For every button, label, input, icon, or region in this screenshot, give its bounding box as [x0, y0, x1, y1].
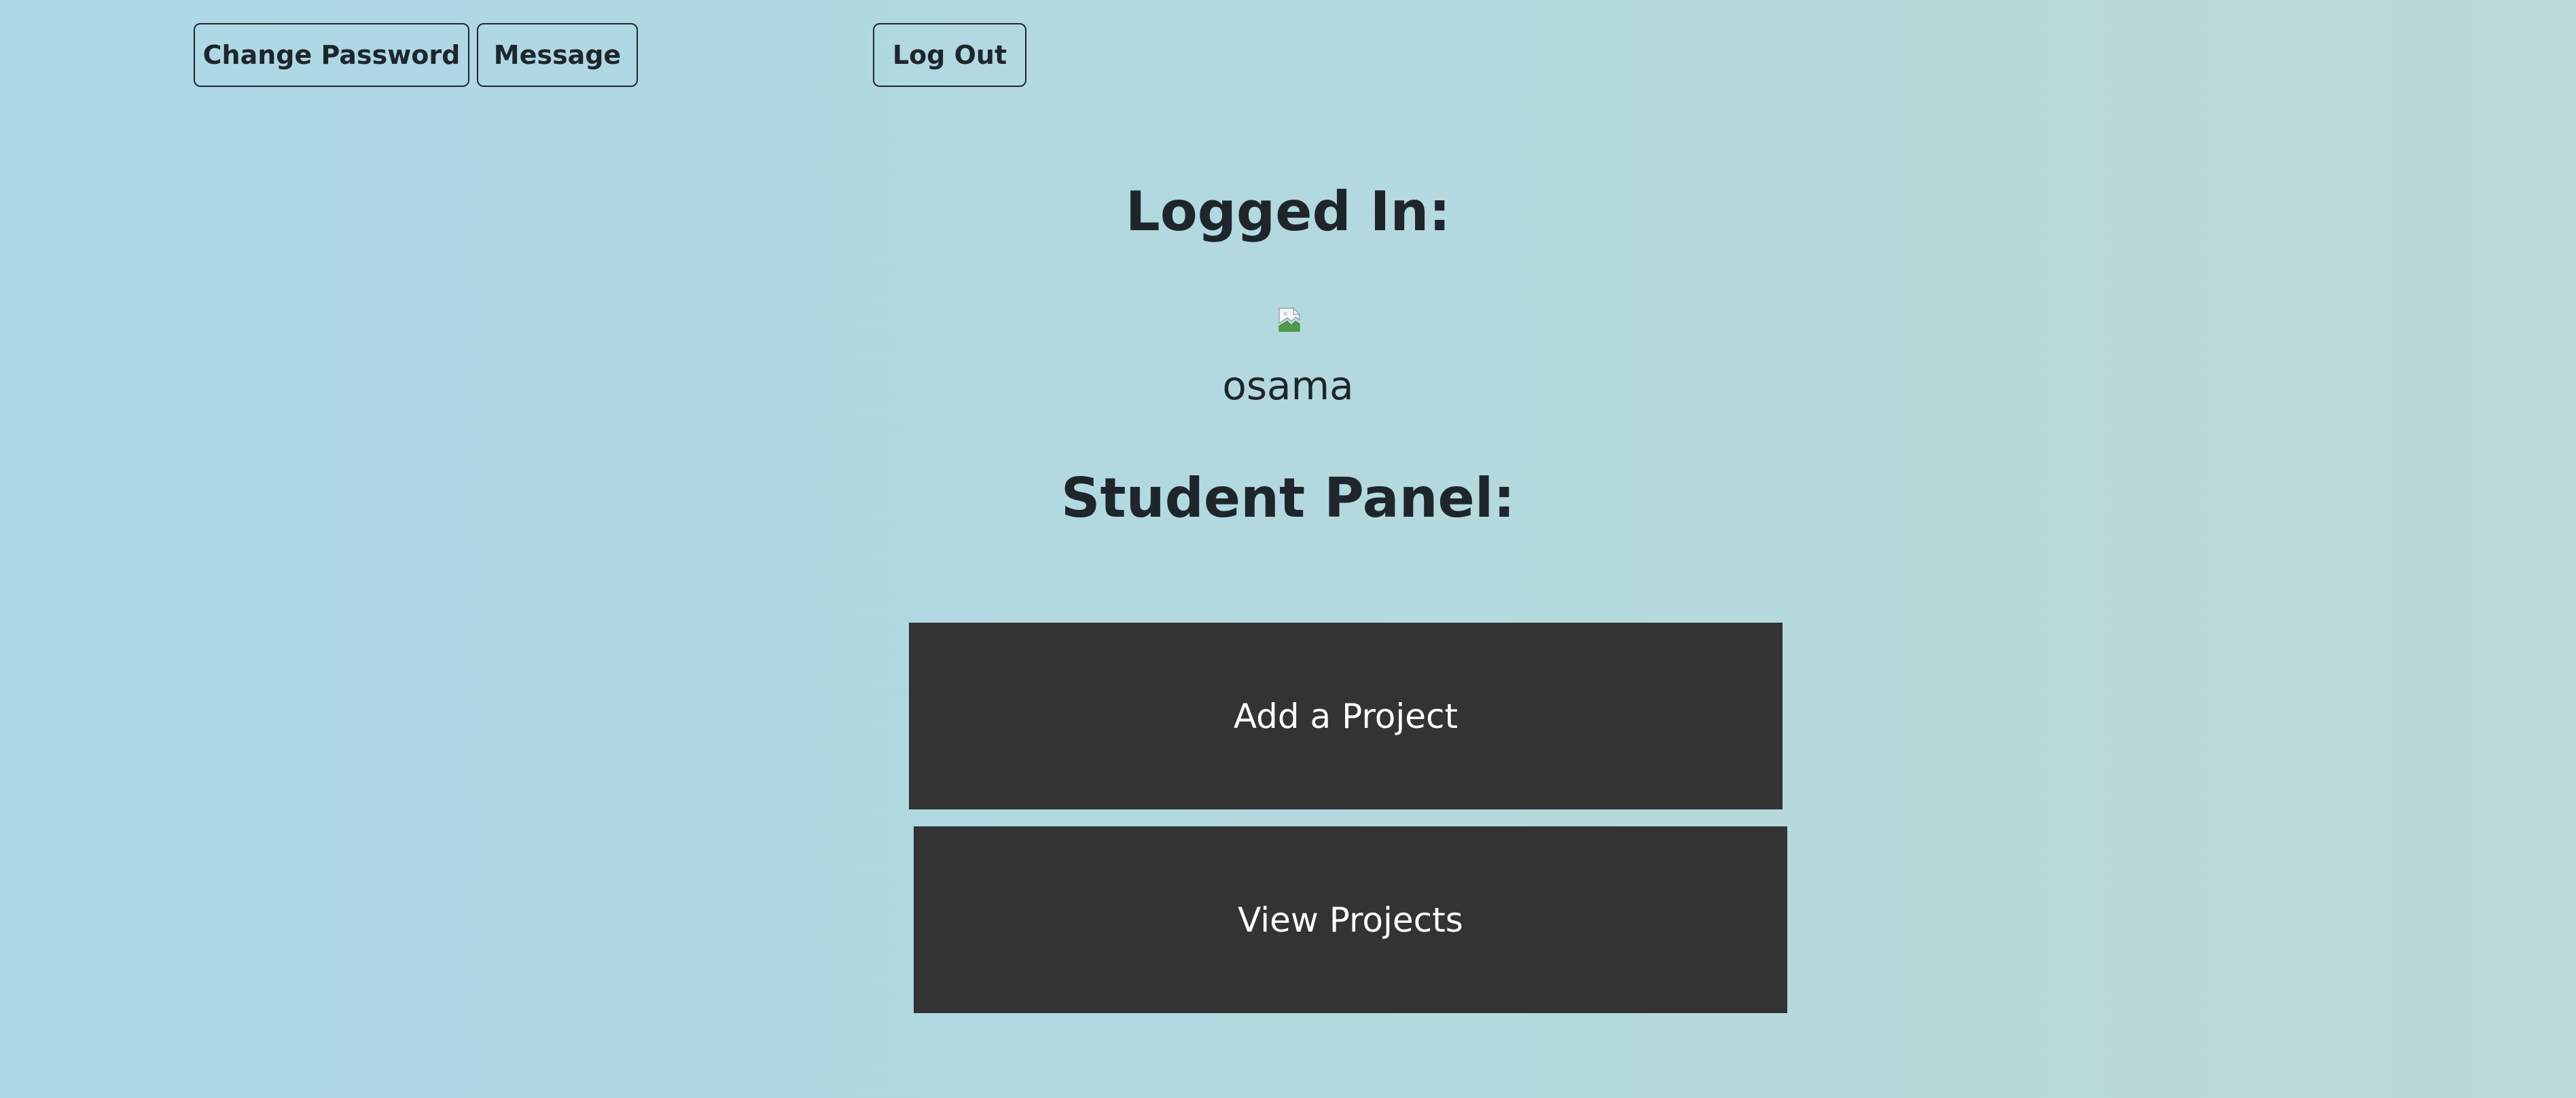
add-project-button[interactable]: Add a Project [909, 623, 1783, 809]
view-projects-button[interactable]: View Projects [914, 826, 1787, 1013]
logout-button[interactable]: Log Out [873, 23, 1026, 87]
change-password-button[interactable]: Change Password [194, 23, 469, 87]
student-panel-heading: Student Panel: [1060, 466, 1516, 530]
logged-in-heading: Logged In: [1125, 180, 1451, 243]
username: osama [1222, 363, 1354, 409]
broken-image-icon [1278, 308, 1300, 332]
message-button[interactable]: Message [477, 23, 638, 87]
